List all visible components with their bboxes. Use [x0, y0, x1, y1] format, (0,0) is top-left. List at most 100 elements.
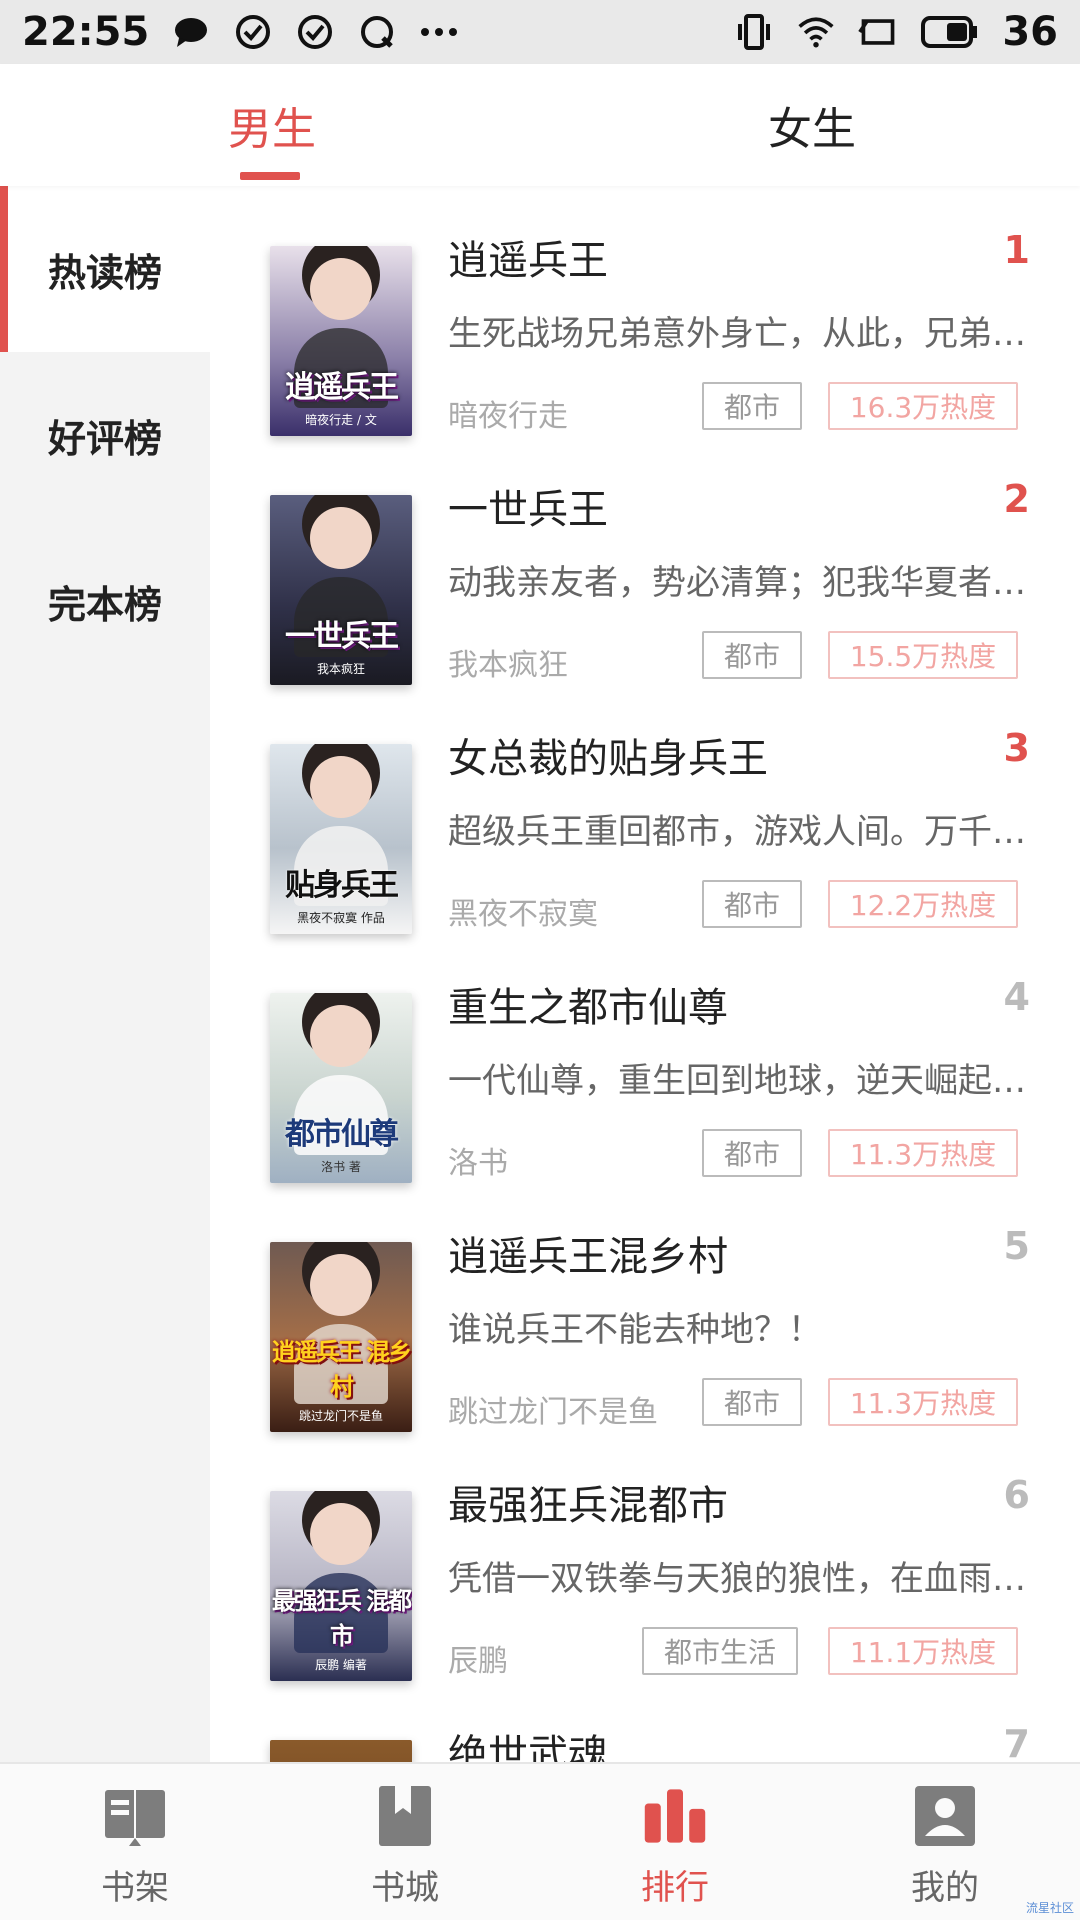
list-item[interactable]: 贴身兵王 黑夜不寂寞 作品 女总裁的贴身兵王 3 超级兵王重回都市，游戏人间。万… — [210, 684, 1080, 934]
heat-tag: 11.3万热度 — [828, 1378, 1018, 1426]
cover-title: 贴身兵王 — [285, 868, 399, 903]
sidebar-item-label: 完本榜 — [47, 582, 162, 627]
vibrate-icon — [734, 12, 774, 52]
book-cover[interactable] — [270, 1740, 412, 1762]
cover-author: 黑夜不寂寞 作品 — [297, 911, 385, 925]
more-dots-icon — [419, 12, 459, 52]
book-rank: 2 — [1003, 477, 1030, 521]
list-item[interactable]: 逍遥兵王 混乡村 跳过龙门不是鱼 逍遥兵王混乡村 5 谁说兵王不能去种地？！ 跳… — [210, 1182, 1080, 1432]
cover-title: 逍遥兵王 — [285, 370, 399, 405]
wifi-icon — [796, 12, 836, 52]
nav-label: 排行 — [641, 1868, 709, 1908]
tab-female[interactable]: 女生 — [540, 64, 1080, 186]
battery-icon — [920, 12, 980, 52]
cover-title: 一世兵王 — [285, 619, 399, 654]
cover-figure — [310, 258, 372, 320]
list-item[interactable]: 绝世武魂 7 — [210, 1680, 1080, 1762]
active-tab-indicator — [240, 172, 300, 180]
sidebar-item-hot[interactable]: 热读榜 — [0, 186, 210, 352]
cover-figure — [310, 1005, 372, 1067]
genre-tag: 都市 — [702, 631, 803, 679]
book-description: 一代仙尊，重生回到地球，逆天崛起…… — [448, 1061, 1028, 1101]
tab-male[interactable]: 男生 — [0, 64, 540, 186]
genre-tag: 都市生活 — [642, 1627, 799, 1675]
book-cover[interactable]: 一世兵王 我本疯狂 — [270, 495, 412, 685]
book-title: 一世兵王 — [448, 487, 608, 533]
book-list[interactable]: 逍遥兵王 暗夜行走 / 文 逍遥兵王 1 生死战场兄弟意外身亡，从此，兄弟的家人… — [210, 186, 1080, 1762]
genre-tag: 都市 — [702, 880, 803, 928]
book-description: 动我亲友者，势必清算；犯我华夏者，虽远必诛…… — [448, 563, 1028, 603]
book-author: 暗夜行走 — [448, 399, 568, 434]
cover-figure — [310, 1254, 372, 1316]
book-description: 超级兵王重回都市，游戏人间。万千美女投怀送抱…… — [448, 812, 1028, 852]
cover-author: 跳过龙门不是鱼 — [298, 1409, 383, 1423]
nav-label: 书架 — [101, 1868, 169, 1908]
book-rank: 5 — [1003, 1224, 1030, 1268]
list-item[interactable]: 都市仙尊 洛书 著 重生之都市仙尊 4 一代仙尊，重生回到地球，逆天崛起…… 洛… — [210, 933, 1080, 1183]
cover-author: 辰鹏 编著 — [315, 1658, 367, 1672]
status-system-icons: 36 — [734, 9, 1058, 55]
cover-title: 最强狂兵 混都市 — [271, 1587, 412, 1650]
list-item[interactable]: 一世兵王 我本疯狂 一世兵王 2 动我亲友者，势必清算；犯我华夏者，虽远必诛……… — [210, 435, 1080, 685]
book-author: 黑夜不寂寞 — [448, 897, 598, 932]
book-cover[interactable]: 都市仙尊 洛书 著 — [270, 993, 412, 1183]
book-cover[interactable]: 最强狂兵 混都市 辰鹏 编著 — [270, 1491, 412, 1681]
book-description: 生死战场兄弟意外身亡，从此，兄弟的家人生活陷入困境…… — [448, 314, 1028, 354]
bookshelf-icon — [103, 1784, 167, 1848]
nav-label: 我的 — [911, 1868, 979, 1908]
cover-author: 暗夜行走 / 文 — [305, 413, 377, 427]
book-title: 重生之都市仙尊 — [448, 985, 728, 1031]
tab-male-label: 男生 — [228, 104, 316, 155]
list-item[interactable]: 最强狂兵 混都市 辰鹏 编著 最强狂兵混都市 6 凭借一双铁拳与天狼的狼性，在血… — [210, 1431, 1080, 1681]
cover-figure — [310, 1503, 372, 1565]
check-circle-icon — [295, 12, 335, 52]
book-author: 跳过龙门不是鱼 — [448, 1395, 658, 1430]
book-cover[interactable]: 逍遥兵王 暗夜行走 / 文 — [270, 246, 412, 436]
book-cover[interactable]: 贴身兵王 黑夜不寂寞 作品 — [270, 744, 412, 934]
sidebar-item-finished[interactable]: 完本榜 — [0, 518, 210, 684]
book-rank: 6 — [1003, 1473, 1030, 1517]
book-title: 绝世武魂 — [448, 1732, 608, 1762]
q-circle-icon — [357, 12, 397, 52]
book-rank: 7 — [1003, 1722, 1030, 1762]
ranking-sidebar: 热读榜 好评榜 完本榜 — [0, 186, 210, 1762]
book-rank: 1 — [1003, 228, 1030, 272]
heat-tag: 12.2万热度 — [828, 880, 1018, 928]
chat-bubble-icon — [171, 12, 211, 52]
book-title: 女总裁的贴身兵王 — [448, 736, 768, 782]
check-circle-icon — [233, 12, 273, 52]
sidebar-item-label: 热读榜 — [47, 250, 162, 295]
cover-figure — [310, 507, 372, 569]
cover-author: 我本疯狂 — [316, 662, 365, 676]
book-description: 谁说兵王不能去种地？！ — [448, 1310, 822, 1350]
cover-title: 逍遥兵王 混乡村 — [271, 1338, 412, 1401]
gender-tabs: 男生 女生 — [0, 64, 1080, 186]
nav-ranking[interactable]: 排行 — [540, 1764, 810, 1920]
book-title: 逍遥兵王 — [448, 238, 608, 284]
status-notification-icons — [171, 12, 459, 52]
book-rank: 4 — [1003, 975, 1030, 1019]
book-rank: 3 — [1003, 726, 1030, 770]
profile-icon — [913, 1784, 977, 1848]
list-item[interactable]: 逍遥兵王 暗夜行走 / 文 逍遥兵王 1 生死战场兄弟意外身亡，从此，兄弟的家人… — [210, 186, 1080, 436]
book-author: 洛书 — [448, 1146, 508, 1181]
watermark: 流星社区 — [1025, 1901, 1074, 1915]
cover-figure — [310, 756, 372, 818]
bookmark-book-icon — [373, 1784, 437, 1848]
book-cover[interactable]: 逍遥兵王 混乡村 跳过龙门不是鱼 — [270, 1242, 412, 1432]
heat-tag: 16.3万热度 — [828, 382, 1018, 430]
nav-bookstore[interactable]: 书城 — [270, 1764, 540, 1920]
sidebar-item-rated[interactable]: 好评榜 — [0, 352, 210, 518]
status-time: 22:55 — [22, 9, 150, 55]
genre-tag: 都市 — [702, 382, 803, 430]
book-title: 逍遥兵王混乡村 — [448, 1234, 728, 1280]
heat-tag: 11.3万热度 — [828, 1129, 1018, 1177]
ranking-bars-icon — [643, 1784, 707, 1848]
nav-profile[interactable]: 我的 — [810, 1764, 1080, 1920]
bottom-nav: 书架 书城 排行 我的 流星社区 — [0, 1762, 1080, 1920]
book-author: 辰鹏 — [448, 1644, 508, 1679]
heat-tag: 11.1万热度 — [828, 1627, 1018, 1675]
tab-female-label: 女生 — [768, 104, 856, 155]
genre-tag: 都市 — [702, 1129, 803, 1177]
nav-bookshelf[interactable]: 书架 — [0, 1764, 270, 1920]
